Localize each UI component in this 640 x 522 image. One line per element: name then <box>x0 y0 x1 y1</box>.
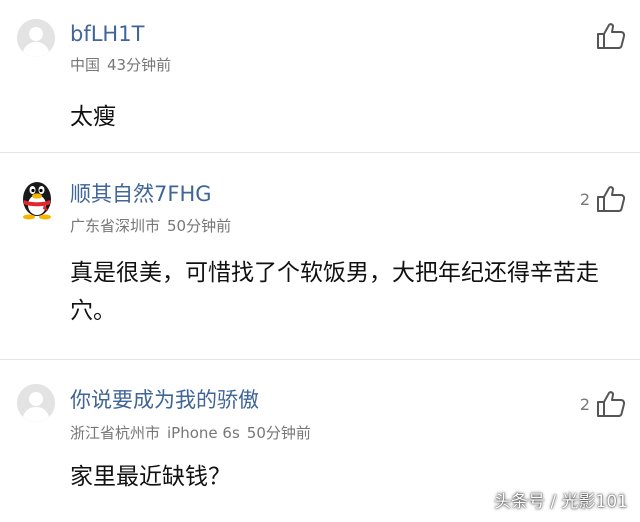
device-text: iPhone 6s <box>167 424 240 442</box>
avatar[interactable] <box>17 19 55 57</box>
thumbs-up-icon <box>596 22 626 50</box>
thumbs-up-icon <box>596 390 626 418</box>
like-count: 2 <box>579 189 590 209</box>
like-button[interactable] <box>596 21 626 51</box>
thumbs-up-icon <box>596 185 626 213</box>
comment-text: 家里最近缺钱？ <box>70 464 231 490</box>
username[interactable]: 顺其自然7FHG <box>70 182 212 206</box>
watermark: 头条号 / 光影101 <box>494 492 628 512</box>
comment-text: 真是很美，可惜找了个软饭男，大把年纪还得辛苦走穴。 <box>70 260 599 324</box>
timestamp: 43分钟前 <box>107 56 172 74</box>
timestamp: 50分钟前 <box>167 217 232 235</box>
avatar[interactable] <box>17 384 55 422</box>
comment-item: 顺其自然7FHG 广东省深圳市 50分钟前 真是很美，可惜找了个软饭男，大把年纪还… <box>0 153 640 359</box>
timestamp: 50分钟前 <box>246 424 311 442</box>
qq-penguin-icon <box>23 182 51 220</box>
comment-meta: 中国 43分钟前 <box>70 56 178 74</box>
comment-item: bfLH1T 中国 43分钟前 太瘦 <box>0 0 640 152</box>
comment-feed: bfLH1T 中国 43分钟前 太瘦 顺其自然7FHG 广东省深圳市 50分钟前… <box>0 0 640 522</box>
comment-meta: 浙江省杭州市 iPhone 6s 50分钟前 <box>70 424 318 442</box>
default-avatar-icon <box>17 384 55 422</box>
default-avatar-icon <box>17 19 55 57</box>
like-button[interactable]: 2 <box>580 184 626 214</box>
like-count: 2 <box>579 394 590 414</box>
username[interactable]: bfLH1T <box>70 22 144 46</box>
like-button[interactable]: 2 <box>580 389 626 419</box>
location-text: 浙江省杭州市 <box>70 424 161 442</box>
location-text: 中国 <box>70 56 101 74</box>
avatar[interactable] <box>17 176 57 220</box>
comment-text: 太瘦 <box>70 104 116 130</box>
location-text: 广东省深圳市 <box>70 217 161 235</box>
comment-meta: 广东省深圳市 50分钟前 <box>70 217 238 235</box>
username[interactable]: 你说要成为我的骄傲 <box>70 388 259 412</box>
